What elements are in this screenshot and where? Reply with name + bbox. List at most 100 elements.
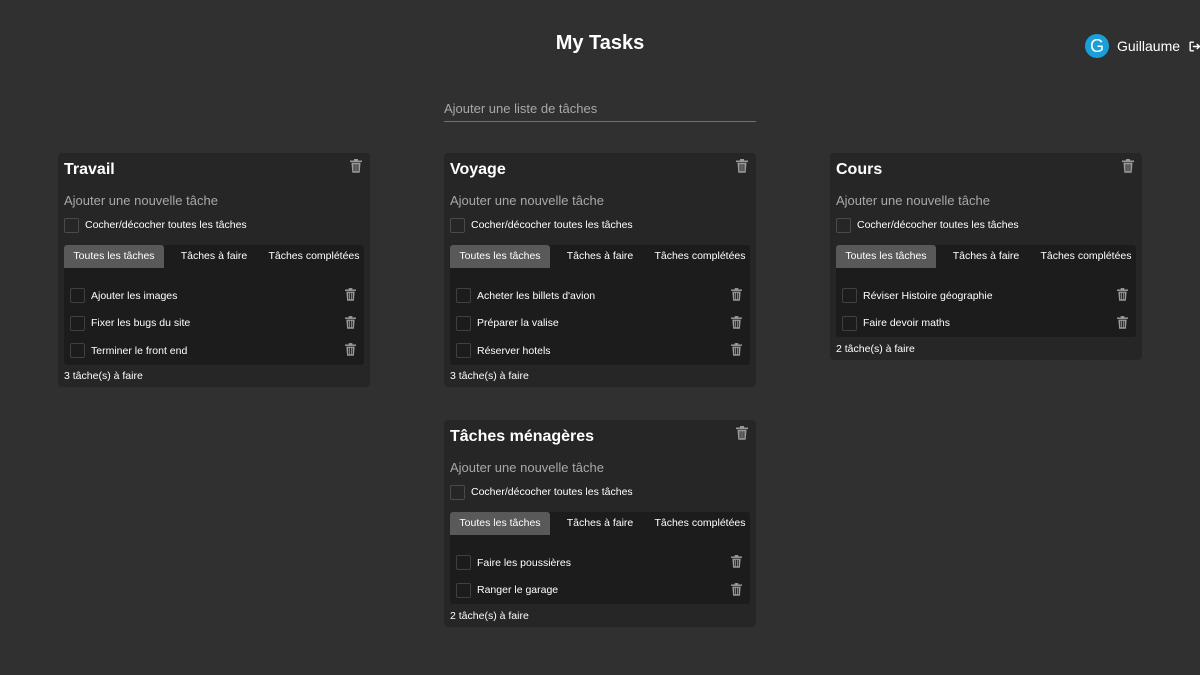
task-checkbox[interactable] [842, 315, 857, 331]
delete-list-icon[interactable] [1122, 159, 1134, 173]
tab-all-tasks[interactable]: Toutes les tâches [450, 245, 550, 268]
task-label: Réserver hotels [477, 344, 551, 357]
task-checkbox[interactable] [456, 555, 471, 571]
tasks-panel: Toutes les tâches Tâches à faire Tâches … [836, 245, 1136, 337]
check-all-toggle[interactable]: Cocher/décocher toutes les tâches [450, 484, 633, 500]
delete-task-icon[interactable] [345, 343, 356, 356]
task-item: Faire devoir maths [836, 310, 1136, 338]
task-checkbox[interactable] [842, 288, 857, 304]
task-label: Faire les poussières [477, 556, 571, 569]
task-checkbox[interactable] [456, 315, 471, 331]
add-list-input[interactable] [444, 96, 756, 121]
task-checkbox[interactable] [70, 288, 85, 304]
task-item: Faire les poussières [450, 549, 750, 577]
new-task-input[interactable] [64, 191, 354, 209]
task-label: Réviser Histoire géographie [863, 289, 993, 302]
list-title: Voyage [450, 161, 506, 178]
remaining-count: 3 tâche(s) à faire [64, 370, 143, 382]
filter-tabs: Toutes les tâches Tâches à faire Tâches … [450, 512, 750, 535]
task-label: Ranger le garage [477, 584, 559, 597]
check-all-label: Cocher/décocher toutes les tâches [85, 219, 247, 231]
delete-task-icon[interactable] [345, 315, 356, 329]
task-label: Acheter les billets d'avion [477, 289, 596, 302]
new-task-field [450, 458, 740, 476]
check-all-toggle[interactable]: Cocher/décocher toutes les tâches [836, 217, 1019, 233]
delete-task-icon[interactable] [731, 582, 742, 596]
new-task-field [64, 191, 354, 209]
task-item: Terminer le front end [64, 337, 364, 365]
new-task-input[interactable] [450, 191, 740, 209]
check-all-checkbox[interactable] [450, 217, 465, 233]
remaining-count: 2 tâche(s) à faire [836, 343, 915, 355]
task-item: Réserver hotels [450, 337, 750, 365]
avatar[interactable]: G [1085, 34, 1109, 58]
delete-task-icon[interactable] [731, 555, 742, 568]
task-checkbox[interactable] [70, 315, 85, 331]
task-list-card-voyage: Voyage Cocher/décocher toutes les tâches… [444, 153, 756, 387]
new-task-field [836, 191, 1126, 209]
check-all-toggle[interactable]: Cocher/décocher toutes les tâches [450, 217, 633, 233]
task-label: Faire devoir maths [863, 317, 950, 330]
add-list-field [444, 96, 756, 122]
delete-task-icon[interactable] [1117, 288, 1128, 301]
delete-list-icon[interactable] [350, 159, 362, 173]
delete-task-icon[interactable] [731, 343, 742, 356]
task-checkbox[interactable] [456, 343, 471, 359]
task-list-card-travail: Travail Cocher/décocher toutes les tâche… [58, 153, 370, 387]
task-list: Faire les poussières Ranger le garage [450, 535, 750, 604]
filter-tabs: Toutes les tâches Tâches à faire Tâches … [64, 245, 364, 268]
user-menu: G Guillaume [1085, 34, 1200, 58]
check-all-label: Cocher/décocher toutes les tâches [471, 486, 633, 498]
check-all-checkbox[interactable] [836, 217, 851, 233]
delete-list-icon[interactable] [736, 426, 748, 440]
check-all-label: Cocher/décocher toutes les tâches [857, 219, 1019, 231]
task-label: Fixer les bugs du site [91, 317, 191, 330]
delete-list-icon[interactable] [736, 159, 748, 173]
page-title: My Tasks [555, 32, 645, 54]
list-title: Travail [64, 161, 115, 178]
delete-task-icon[interactable] [731, 288, 742, 301]
delete-task-icon[interactable] [1117, 315, 1128, 329]
check-all-checkbox[interactable] [450, 484, 465, 500]
task-label: Terminer le front end [91, 344, 188, 357]
tab-completed-tasks[interactable]: Tâches complétées [650, 245, 750, 268]
task-item: Préparer la valise [450, 310, 750, 338]
tasks-panel: Toutes les tâches Tâches à faire Tâches … [64, 245, 364, 365]
delete-task-icon[interactable] [345, 288, 356, 301]
tab-completed-tasks[interactable]: Tâches complétées [1036, 245, 1136, 268]
new-task-field [450, 191, 740, 209]
task-item: Ranger le garage [450, 577, 750, 605]
tab-todo-tasks[interactable]: Tâches à faire [550, 245, 650, 268]
tab-completed-tasks[interactable]: Tâches complétées [264, 245, 364, 268]
tab-todo-tasks[interactable]: Tâches à faire [164, 245, 264, 268]
delete-task-icon[interactable] [731, 315, 742, 329]
task-list: Réviser Histoire géographie Faire devoir… [836, 268, 1136, 337]
remaining-count: 2 tâche(s) à faire [450, 610, 529, 622]
logout-icon[interactable] [1187, 39, 1200, 53]
remaining-count: 3 tâche(s) à faire [450, 370, 529, 382]
tab-all-tasks[interactable]: Toutes les tâches [450, 512, 550, 535]
check-all-label: Cocher/décocher toutes les tâches [471, 219, 633, 231]
tasks-panel: Toutes les tâches Tâches à faire Tâches … [450, 245, 750, 365]
tasks-panel: Toutes les tâches Tâches à faire Tâches … [450, 512, 750, 604]
task-checkbox[interactable] [456, 582, 471, 598]
list-title: Cours [836, 161, 883, 178]
task-item: Fixer les bugs du site [64, 310, 364, 338]
task-list: Ajouter les images Fixer les bugs du sit… [64, 268, 364, 365]
task-list-card-menageres: Tâches ménagères Cocher/décocher toutes … [444, 420, 756, 627]
task-checkbox[interactable] [456, 288, 471, 304]
new-task-input[interactable] [836, 191, 1126, 209]
check-all-checkbox[interactable] [64, 217, 79, 233]
tab-all-tasks[interactable]: Toutes les tâches [64, 245, 164, 268]
tab-completed-tasks[interactable]: Tâches complétées [650, 512, 750, 535]
filter-tabs: Toutes les tâches Tâches à faire Tâches … [836, 245, 1136, 268]
tab-all-tasks[interactable]: Toutes les tâches [836, 245, 936, 268]
task-item: Réviser Histoire géographie [836, 282, 1136, 310]
tab-todo-tasks[interactable]: Tâches à faire [936, 245, 1036, 268]
task-checkbox[interactable] [70, 343, 85, 359]
check-all-toggle[interactable]: Cocher/décocher toutes les tâches [64, 217, 247, 233]
tab-todo-tasks[interactable]: Tâches à faire [550, 512, 650, 535]
new-task-input[interactable] [450, 458, 740, 476]
list-title: Tâches ménagères [450, 428, 595, 445]
app-page: My Tasks G Guillaume Travail Cocher/déco… [0, 0, 1200, 675]
